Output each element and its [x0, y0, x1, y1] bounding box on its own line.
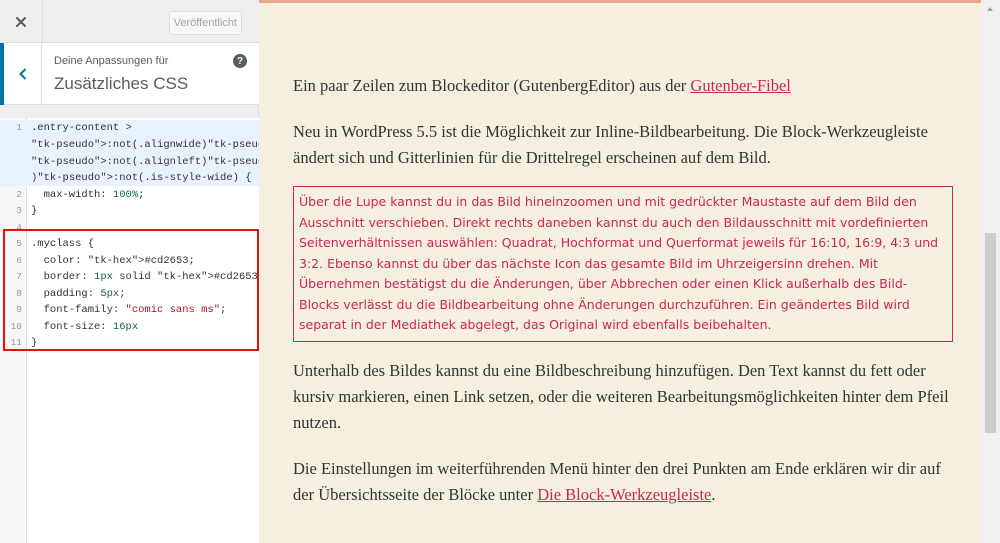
section-header: Deine Anpassungen für Zusätzliches CSS ?: [0, 43, 259, 105]
article-content: Ein paar Zeilen zum Blockeditor (Gutenbe…: [293, 73, 953, 528]
scroll-thumb[interactable]: [985, 233, 996, 433]
help-icon[interactable]: ?: [233, 54, 247, 68]
section-title: Zusätzliches CSS: [54, 74, 189, 93]
customizer-sidebar: Veröffentlicht Deine Anpassungen für Zus…: [0, 0, 384, 543]
section-kicker: Deine Anpassungen für: [54, 55, 169, 67]
code-line[interactable]: )"tk-pseudo">:not(.is-style-wide) {: [0, 170, 259, 186]
code-line[interactable]: "tk-pseudo">:not(.alignwide)"tk-pseudo">…: [0, 137, 384, 154]
code-line[interactable]: 2 max-width: 100%;: [0, 187, 259, 203]
publish-button[interactable]: Veröffentlicht: [168, 11, 242, 35]
code-text: }: [31, 205, 38, 217]
close-icon: [16, 16, 26, 27]
myclass-paragraph: Über die Lupe kannst du in das Bild hine…: [293, 186, 953, 342]
close-button[interactable]: [0, 0, 43, 43]
highlight-annotation-box: [3, 229, 259, 351]
line-number: 2: [16, 189, 22, 200]
top-accent-line: [259, 0, 981, 3]
gutenberg-fibel-link[interactable]: Gutenber-Fibel: [690, 76, 790, 95]
customizer-header: Veröffentlicht: [0, 0, 259, 43]
line-number: 3: [16, 205, 22, 216]
block-toolbar-link[interactable]: Die Block-Werkzeugleiste: [537, 485, 711, 504]
code-line[interactable]: 3}: [0, 203, 259, 219]
scroll-up-icon[interactable]: [987, 7, 993, 11]
paragraph-caption: Unterhalb des Bildes kannst du eine Bild…: [293, 360, 949, 432]
site-preview: Ein paar Zeilen zum Blockeditor (Gutenbe…: [259, 0, 1000, 543]
chevron-left-icon: [18, 68, 26, 80]
paragraph-intro: Ein paar Zeilen zum Blockeditor (Gutenbe…: [293, 76, 791, 95]
paragraph-settings: Die Einstellungen im weiterführenden Men…: [293, 458, 941, 504]
code-line[interactable]: "tk-pseudo">:not(.alignleft)"tk-pseudo">…: [0, 154, 384, 171]
code-text: .entry-content >: [31, 122, 132, 134]
code-text: )"tk-pseudo">:not(.is-style-wide) {: [31, 172, 252, 184]
back-button[interactable]: [0, 43, 42, 105]
preview-scrollbar[interactable]: [981, 0, 1000, 543]
code-text: max-width: 100%;: [31, 189, 145, 201]
line-number: 1: [16, 122, 22, 133]
paragraph-wordpress: Neu in WordPress 5.5 ist die Möglichkeit…: [293, 122, 928, 167]
code-line[interactable]: 1 .entry-content >: [0, 120, 259, 137]
